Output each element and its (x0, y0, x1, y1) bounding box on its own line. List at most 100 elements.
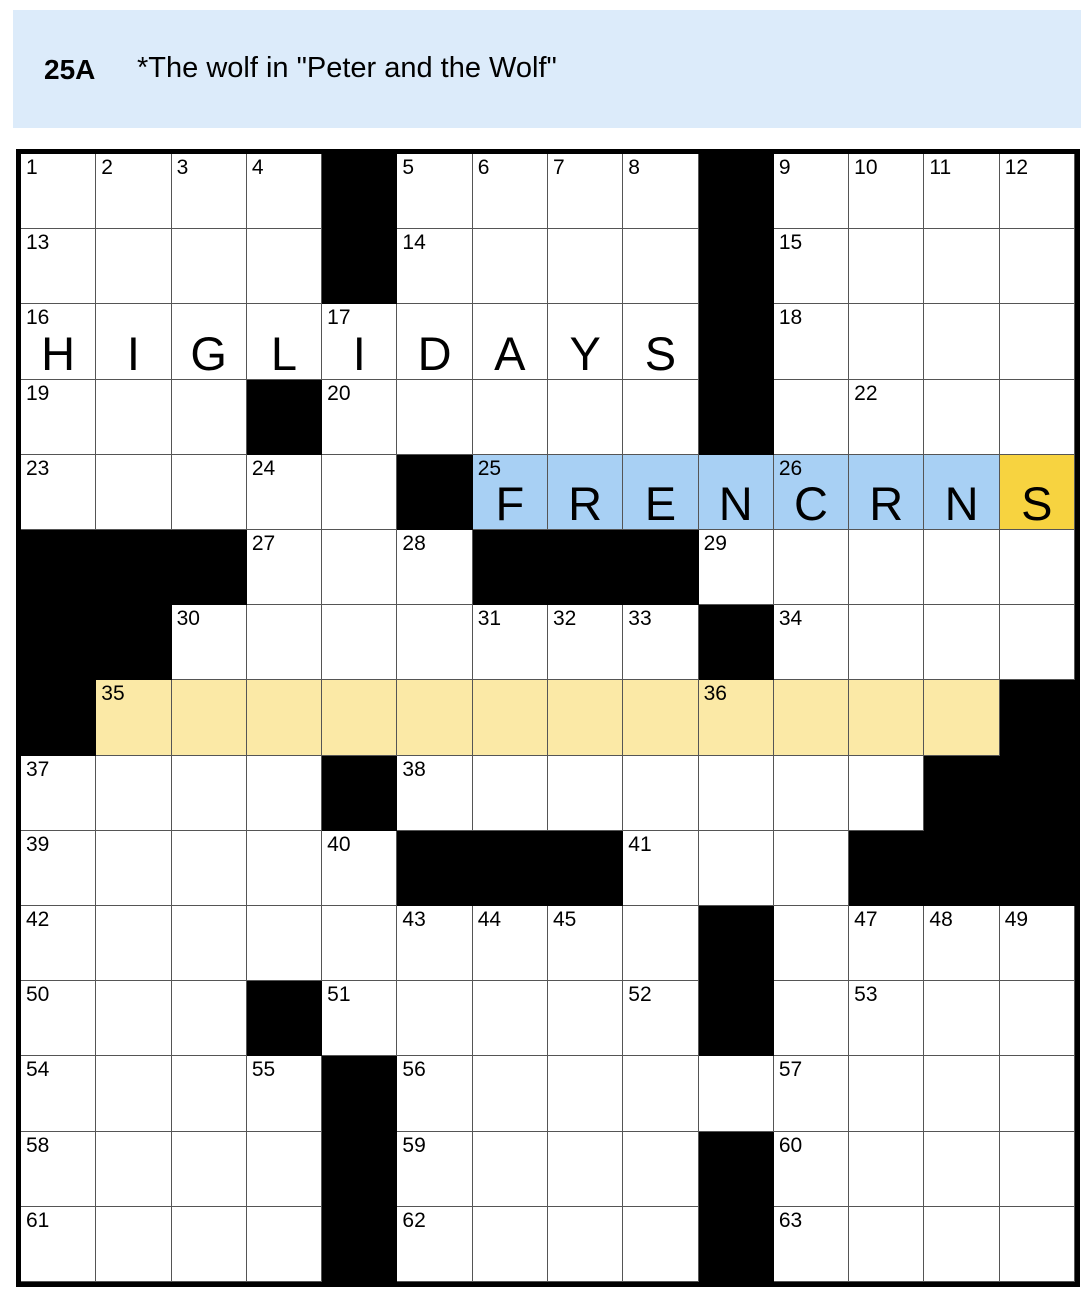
grid-cell[interactable] (96, 1131, 172, 1207)
grid-cell[interactable] (548, 1131, 624, 1207)
grid-cell[interactable] (171, 379, 247, 455)
grid-cell[interactable]: N (924, 454, 1000, 530)
grid-cell[interactable] (397, 981, 473, 1057)
grid-cell[interactable]: 52 (623, 981, 699, 1057)
grid-cell[interactable] (623, 1056, 699, 1132)
grid-cell[interactable] (924, 1206, 1000, 1282)
grid-cell[interactable] (698, 1056, 774, 1132)
grid-cell[interactable] (96, 755, 172, 831)
grid-cell[interactable] (849, 1056, 925, 1132)
grid-cell[interactable] (999, 1056, 1075, 1132)
grid-cell[interactable]: 36 (698, 680, 774, 756)
grid-cell[interactable]: 1 (21, 154, 97, 230)
grid-cell[interactable] (849, 530, 925, 606)
grid-cell[interactable] (999, 981, 1075, 1057)
grid-cell[interactable] (924, 981, 1000, 1057)
grid-cell[interactable]: 17 I (322, 304, 398, 380)
grid-cell[interactable]: E (623, 454, 699, 530)
grid-cell[interactable]: 31 (472, 605, 548, 681)
grid-cell[interactable] (171, 229, 247, 305)
grid-cell[interactable]: 47 (849, 906, 925, 982)
grid-cell[interactable] (999, 605, 1075, 681)
grid-cell[interactable] (924, 229, 1000, 305)
grid-cell[interactable]: D (397, 304, 473, 380)
grid-cell[interactable]: R (849, 454, 925, 530)
grid-cell[interactable] (698, 755, 774, 831)
grid-cell[interactable]: 38 (397, 755, 473, 831)
grid-cell[interactable] (246, 1131, 323, 1207)
grid-cell[interactable]: 25 F (472, 454, 548, 530)
grid-cell[interactable] (548, 1056, 624, 1132)
grid-cell[interactable]: 55 (246, 1056, 323, 1132)
grid-cell[interactable]: 32 (548, 605, 624, 681)
grid-cell[interactable] (999, 1206, 1075, 1282)
grid-cell[interactable] (999, 229, 1075, 305)
grid-cell[interactable]: 19 (21, 379, 97, 455)
grid-cell[interactable] (623, 680, 699, 756)
grid-cell[interactable]: 33 (623, 605, 699, 681)
grid-cell[interactable] (472, 229, 548, 305)
grid-cell[interactable]: 41 (623, 830, 699, 906)
grid-cell[interactable] (924, 379, 1000, 455)
grid-cell[interactable] (924, 304, 1000, 380)
grid-cell[interactable]: 51 (322, 981, 398, 1057)
grid-cell[interactable] (623, 755, 699, 831)
grid-cell[interactable]: A (472, 304, 548, 380)
grid-cell[interactable]: 42 (21, 906, 97, 982)
grid-cell[interactable]: 18 (773, 304, 850, 380)
grid-cell[interactable] (849, 1206, 925, 1282)
grid-cell[interactable] (773, 530, 850, 606)
grid-cell[interactable] (698, 830, 774, 906)
grid-cell[interactable] (472, 680, 548, 756)
grid-cell[interactable]: 8 (623, 154, 699, 230)
grid-cell[interactable]: 22 (849, 379, 925, 455)
grid-cell[interactable]: 7 (548, 154, 624, 230)
grid-cell[interactable]: 53 (849, 981, 925, 1057)
grid-cell[interactable] (999, 530, 1075, 606)
grid-cell[interactable] (548, 755, 624, 831)
grid-cell[interactable] (171, 1056, 247, 1132)
grid-cell[interactable] (171, 680, 247, 756)
grid-cell[interactable] (773, 981, 850, 1057)
grid-cell[interactable] (924, 1131, 1000, 1207)
grid-cell[interactable] (849, 755, 925, 831)
grid-cell[interactable] (246, 755, 323, 831)
grid-cell[interactable]: 26 C (773, 454, 850, 530)
grid-cell[interactable] (397, 680, 473, 756)
grid-cell[interactable]: 57 (773, 1056, 850, 1132)
grid-cell[interactable] (96, 981, 172, 1057)
grid-cell[interactable] (171, 981, 247, 1057)
grid-cell[interactable] (472, 1131, 548, 1207)
grid-cell[interactable] (322, 605, 398, 681)
grid-cell[interactable] (548, 680, 624, 756)
grid-cell[interactable] (171, 454, 247, 530)
grid-cell[interactable] (96, 229, 172, 305)
grid-cell[interactable] (849, 229, 925, 305)
grid-cell[interactable]: 60 (773, 1131, 850, 1207)
grid-cell[interactable]: 13 (21, 229, 97, 305)
grid-cell[interactable]: G (171, 304, 247, 380)
grid-cell[interactable] (472, 379, 548, 455)
grid-cell[interactable]: 20 (322, 379, 398, 455)
grid-cell[interactable] (171, 906, 247, 982)
grid-cell[interactable]: 58 (21, 1131, 97, 1207)
grid-cell[interactable] (849, 304, 925, 380)
grid-cell[interactable]: 29 (698, 530, 774, 606)
grid-cell[interactable] (96, 906, 172, 982)
grid-cell[interactable]: 48 (924, 906, 1000, 982)
grid-cell[interactable]: 54 (21, 1056, 97, 1132)
grid-cell[interactable]: 24 (246, 454, 323, 530)
grid-cell[interactable] (849, 1131, 925, 1207)
grid-cell[interactable]: 30 (171, 605, 247, 681)
grid-cell[interactable]: 62 (397, 1206, 473, 1282)
grid-cell[interactable] (171, 1206, 247, 1282)
grid-cell[interactable] (999, 1131, 1075, 1207)
grid-cell[interactable] (548, 229, 624, 305)
grid-cell[interactable] (548, 1206, 624, 1282)
grid-cell[interactable]: 44 (472, 906, 548, 982)
grid-cell[interactable]: 59 (397, 1131, 473, 1207)
grid-cell[interactable] (171, 830, 247, 906)
grid-cell[interactable]: 28 (397, 530, 473, 606)
grid-cell[interactable] (924, 605, 1000, 681)
grid-cell[interactable] (472, 1056, 548, 1132)
